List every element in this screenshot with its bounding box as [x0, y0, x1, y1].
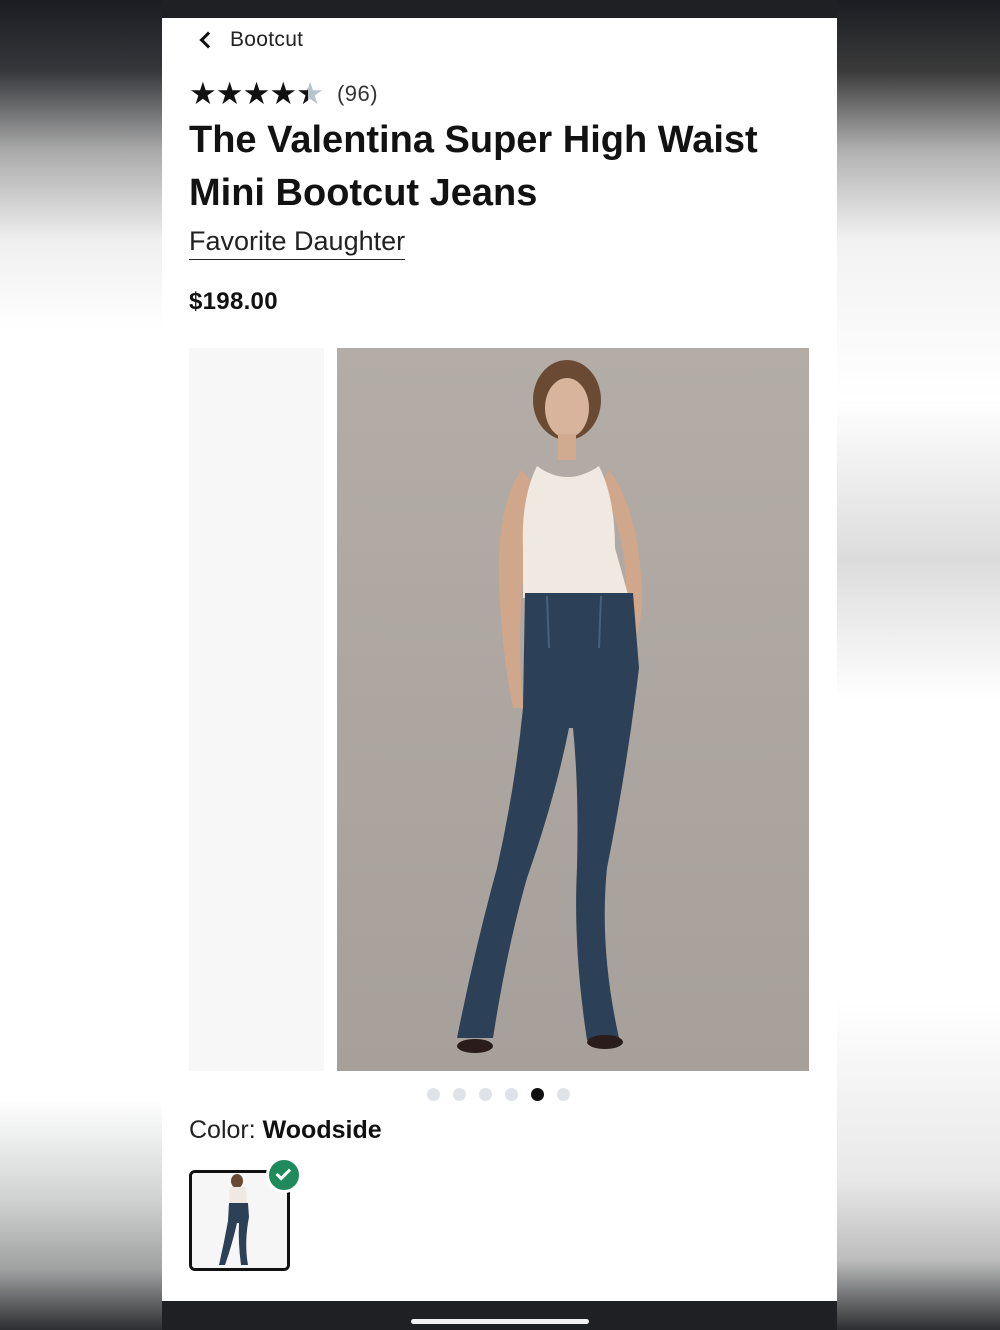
star-rating: ★★★★★★: [189, 76, 324, 111]
product-page: Bootcut ★★★★★★ (96) The Valentina Super …: [162, 18, 837, 1301]
star-icon: ★: [215, 76, 244, 111]
home-bar: [162, 1301, 837, 1330]
product-image[interactable]: [337, 348, 809, 1071]
right-backdrop: [837, 0, 1000, 1330]
gallery-dot[interactable]: [557, 1088, 570, 1101]
gallery-dot[interactable]: [427, 1088, 440, 1101]
gallery-dot[interactable]: [479, 1088, 492, 1101]
back-link-label: Bootcut: [230, 28, 304, 51]
color-value: Woodside: [262, 1116, 382, 1144]
selected-check-icon: [266, 1157, 302, 1193]
product-price: $198.00: [189, 288, 278, 315]
color-selection-label: Color: Woodside: [189, 1116, 382, 1145]
chevron-left-icon: [199, 31, 217, 49]
color-label: Color:: [189, 1116, 256, 1144]
previous-slide-peek[interactable]: [189, 348, 324, 1071]
model-illustration: [457, 360, 642, 1053]
gallery-pagination: [427, 1088, 570, 1101]
half-star-icon: ★★: [296, 76, 324, 111]
star-icon: ★: [242, 76, 271, 111]
product-title: The Valentina Super High Waist Mini Boot…: [189, 119, 758, 214]
brand-link[interactable]: Favorite Daughter: [189, 226, 406, 260]
rating[interactable]: ★★★★★★ (96): [189, 78, 378, 109]
star-icon: ★: [189, 76, 217, 111]
status-bar: [162, 0, 837, 18]
home-indicator[interactable]: [411, 1319, 589, 1324]
gallery-dot[interactable]: [531, 1088, 544, 1101]
gallery-dot[interactable]: [505, 1088, 518, 1101]
star-icon: ★: [269, 76, 297, 111]
back-link[interactable]: Bootcut: [198, 26, 303, 54]
review-count: (96): [336, 80, 379, 106]
left-backdrop: [0, 0, 162, 1330]
gallery-dot[interactable]: [453, 1088, 466, 1101]
